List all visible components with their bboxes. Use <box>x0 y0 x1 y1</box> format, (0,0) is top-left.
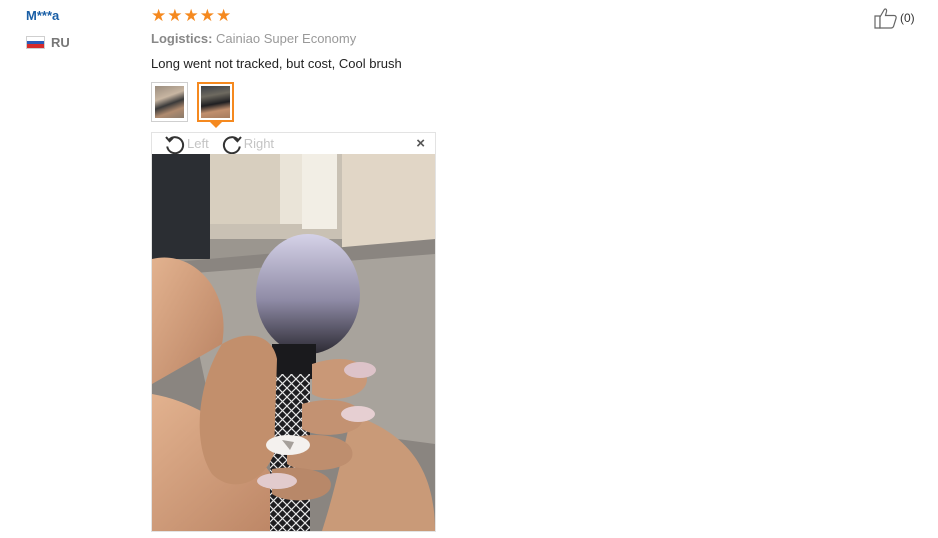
review-photo-thumbnails <box>151 82 234 128</box>
rotate-right-label: Right <box>243 136 275 151</box>
rotate-left-icon <box>165 135 185 154</box>
review-text: Long went not tracked, but cost, Cool br… <box>151 56 402 71</box>
rotate-left-label: Left <box>187 136 209 151</box>
close-viewer-button[interactable]: × <box>416 136 425 151</box>
photo-thumbnail-selected[interactable] <box>197 82 234 128</box>
photo-thumbnail[interactable] <box>151 82 188 122</box>
thumbnail-image <box>155 86 184 118</box>
helpful-button[interactable]: (0) <box>874 7 915 29</box>
star-rating: ★ ★ ★ ★ ★ <box>151 7 231 24</box>
thumbs-up-icon <box>874 8 897 29</box>
logistics-value: Cainiao Super Economy <box>216 31 357 46</box>
logistics-label: Logistics: <box>151 31 213 46</box>
star-icon: ★ <box>216 6 232 25</box>
rotate-right-icon <box>222 135 242 154</box>
viewer-toolbar: Left Right × <box>152 133 435 154</box>
star-icon: ★ <box>199 6 215 25</box>
russia-flag-icon <box>26 36 45 49</box>
star-icon: ★ <box>167 6 183 25</box>
rotate-right-button[interactable]: Right <box>221 134 274 154</box>
helpful-count: (0) <box>900 11 915 25</box>
brush-photo-image <box>152 154 435 531</box>
thumbnail-image <box>201 86 230 118</box>
star-icon: ★ <box>183 6 199 25</box>
logistics-line: Logistics: Cainiao Super Economy <box>151 31 356 46</box>
review-photo-large <box>152 154 435 531</box>
reviewer-country: RU <box>26 35 70 50</box>
rotate-left-button[interactable]: Left <box>164 134 209 154</box>
photo-viewer: Left Right × <box>151 132 436 532</box>
star-icon: ★ <box>151 6 167 25</box>
selected-pointer-icon <box>209 122 222 128</box>
country-code: RU <box>51 35 70 50</box>
reviewer-name: M***a <box>26 8 60 23</box>
